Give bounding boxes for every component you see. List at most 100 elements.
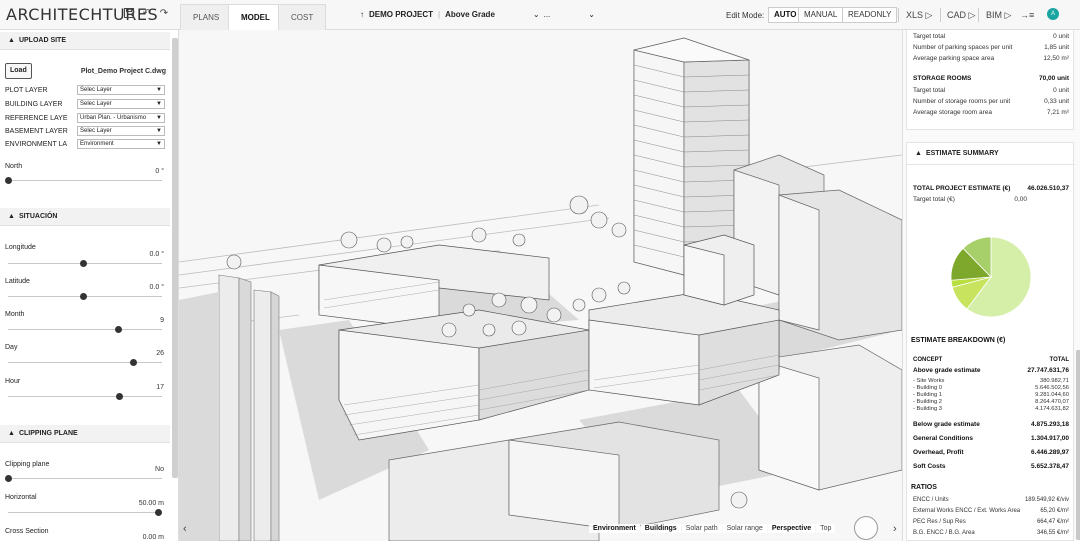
chevron-up-icon: ▲ (915, 150, 922, 157)
hour-slider-knob[interactable] (116, 393, 123, 400)
solar-range-button[interactable]: Solar range (722, 524, 767, 533)
load-button[interactable]: Load (5, 63, 32, 79)
breakdown-row: Soft Costs 5.652.378,47 (913, 463, 1069, 470)
north-slider[interactable] (8, 180, 162, 181)
right-scrollbar[interactable] (1076, 350, 1080, 540)
menu-arrow-icon[interactable]: →≡ (1020, 10, 1034, 20)
mode-readonly-button[interactable]: READONLY (842, 7, 898, 23)
clipping-plane-slider-knob[interactable] (5, 475, 12, 482)
save-icon[interactable] (123, 8, 135, 20)
clipping-plane-slider[interactable] (8, 478, 162, 479)
situacion-header[interactable]: ▲ SITUACIÓN (0, 208, 170, 226)
latitude-label: Latitude (5, 278, 30, 285)
parking-target-row: Target total 0 unit (913, 33, 1069, 40)
hour-label: Hour (5, 378, 21, 385)
horizontal-slider-knob[interactable] (155, 509, 162, 516)
building-layer-select[interactable]: Selec Layer ▼ (77, 99, 165, 109)
buildings-button[interactable]: Buildings (640, 524, 681, 533)
ratio-row: ENCC / Units 189.549,92 €/viv (913, 497, 1069, 503)
perspective-button[interactable]: Perspective (767, 524, 816, 533)
chevron-up-icon: ▲ (8, 37, 15, 44)
breakdown-row: General Conditions 1.304.917,00 (913, 435, 1069, 442)
parking-per-unit-row: Number of parking spaces per unit 1,85 un… (913, 44, 1069, 51)
day-slider[interactable] (8, 362, 162, 363)
tab-cost[interactable]: COST (278, 4, 327, 30)
breakdown-row: - Building 2 8.264.470,07 (913, 399, 1069, 405)
plot-layer-label: PLOT LAYER (5, 87, 48, 94)
month-slider-knob[interactable] (114, 326, 122, 333)
hour-slider[interactable] (8, 396, 162, 397)
redo-icon[interactable]: ↷ (158, 8, 170, 20)
chevron-down-icon: ▼ (156, 141, 162, 147)
left-panel: ▲ UPLOAD SITE Load Plot_Demo Project C.dw… (0, 30, 179, 541)
hour-value: 17 (156, 384, 164, 391)
chevron-up-icon: ▲ (8, 430, 15, 437)
avatar[interactable]: A (1047, 8, 1059, 20)
compass-icon[interactable] (854, 516, 878, 540)
cross-section-label: Cross Section (5, 528, 49, 535)
day-slider-knob[interactable] (129, 359, 137, 366)
basement-layer-select[interactable]: Selec Layer ▼ (77, 126, 165, 136)
breakdown-row: Overhead, Profit 6.446.289,97 (913, 449, 1069, 456)
breakdown-row: - Building 0 5.646.502,56 (913, 385, 1069, 391)
left-scrollbar[interactable] (172, 38, 178, 478)
chevron-down-icon: ▼ (156, 115, 162, 121)
reference-layer-select[interactable]: Urban Plan. - Urbanismo ▼ (77, 113, 165, 123)
grade-selector[interactable]: Above Grade (445, 10, 495, 19)
longitude-label: Longitude (5, 244, 36, 251)
parking-area-row: Average parking space area 12,50 m² (913, 55, 1069, 62)
3d-viewport[interactable]: ‹ › Environment Buildings Solar path Solar … (179, 30, 902, 541)
export-xls-button[interactable]: XLS ▷ (906, 10, 932, 21)
3d-model-scene[interactable] (179, 30, 902, 541)
ratios-title: RATIOS (911, 484, 937, 491)
plot-layer-select[interactable]: Selec Layer ▼ (77, 85, 165, 95)
chevron-right-icon[interactable]: › (893, 523, 897, 535)
clipping-plane-label: Clipping plane (5, 461, 50, 468)
storage-area-row: Average storage room area 7,21 m² (913, 109, 1069, 116)
chevron-down-icon: ▼ (156, 87, 162, 93)
breakdown-row: Above grade estimate 27.747.631,76 (913, 367, 1069, 374)
ratio-row: External Works ENCC / Ext. Works Area 65,… (913, 508, 1069, 514)
top-bar: ARCHITECHTURES ↶ ↷ PLANS MODEL COST ↑ DEM… (0, 0, 1080, 30)
tab-model[interactable]: MODEL (228, 4, 283, 30)
storage-per-unit-row: Number of storage rooms per unit 0,33 uni… (913, 98, 1069, 105)
more-menu[interactable]: ... (544, 10, 551, 19)
project-selector[interactable]: ↑ DEMO PROJECT | Above Grade ⌄... ⌄ (360, 10, 595, 19)
north-slider-knob[interactable] (5, 177, 12, 184)
export-cad-button[interactable]: CAD ▷ (947, 10, 975, 21)
up-arrow-icon[interactable]: ↑ (360, 10, 364, 19)
clipping-plane-value: No (155, 466, 164, 473)
export-bim-button[interactable]: BIM ▷ (986, 10, 1011, 21)
estimate-breakdown-title: ESTIMATE BREAKDOWN (€) (911, 337, 1006, 344)
left-slab-buildings (218, 274, 280, 541)
longitude-slider-knob[interactable] (80, 260, 87, 267)
month-slider[interactable] (8, 329, 162, 330)
viewport-toolbar: Environment Buildings Solar path Solar rang… (589, 524, 836, 538)
chevron-left-icon[interactable]: ‹ (183, 523, 187, 535)
latitude-slider-knob[interactable] (80, 293, 87, 300)
tab-plans[interactable]: PLANS (180, 4, 233, 30)
estimate-summary-card: ▲ ESTIMATE SUMMARY TOTAL PROJECT ESTIMATE… (906, 142, 1075, 541)
ratio-row: B.G. ENCC / B.G. Area 346,55 €/m² (913, 530, 1069, 536)
undo-icon[interactable]: ↶ (141, 8, 153, 20)
ratio-row: PEC Res / Sup Res 664,47 €/m² (913, 519, 1069, 525)
environment-button[interactable]: Environment (589, 524, 640, 533)
estimate-summary-header[interactable]: ▲ ESTIMATE SUMMARY (907, 143, 1075, 165)
north-label: North (5, 163, 23, 170)
clipping-plane-header[interactable]: ▲ CLIPPING PLANE (0, 425, 170, 443)
horizontal-slider[interactable] (8, 512, 162, 513)
basement-layer-label: BASEMENT LAYER (5, 128, 68, 135)
day-label: Day (5, 344, 18, 351)
top-view-button[interactable]: Top (816, 524, 836, 533)
month-label: Month (5, 311, 25, 318)
chevron-down-icon: ⌄ (588, 10, 595, 19)
breakdown-row: - Building 3 4.174.631,82 (913, 406, 1069, 412)
upload-site-header[interactable]: ▲ UPLOAD SITE (0, 32, 170, 50)
environment-layer-label: ENVIRONMENT LA (5, 141, 68, 148)
chevron-down-icon: ▼ (156, 101, 162, 107)
day-value: 26 (156, 350, 164, 357)
mode-manual-button[interactable]: MANUAL (798, 7, 844, 23)
solar-path-button[interactable]: Solar path (681, 524, 722, 533)
environment-layer-select[interactable]: Environment ▼ (77, 139, 165, 149)
breakdown-row: Below grade estimate 4.875.293,18 (913, 421, 1069, 428)
